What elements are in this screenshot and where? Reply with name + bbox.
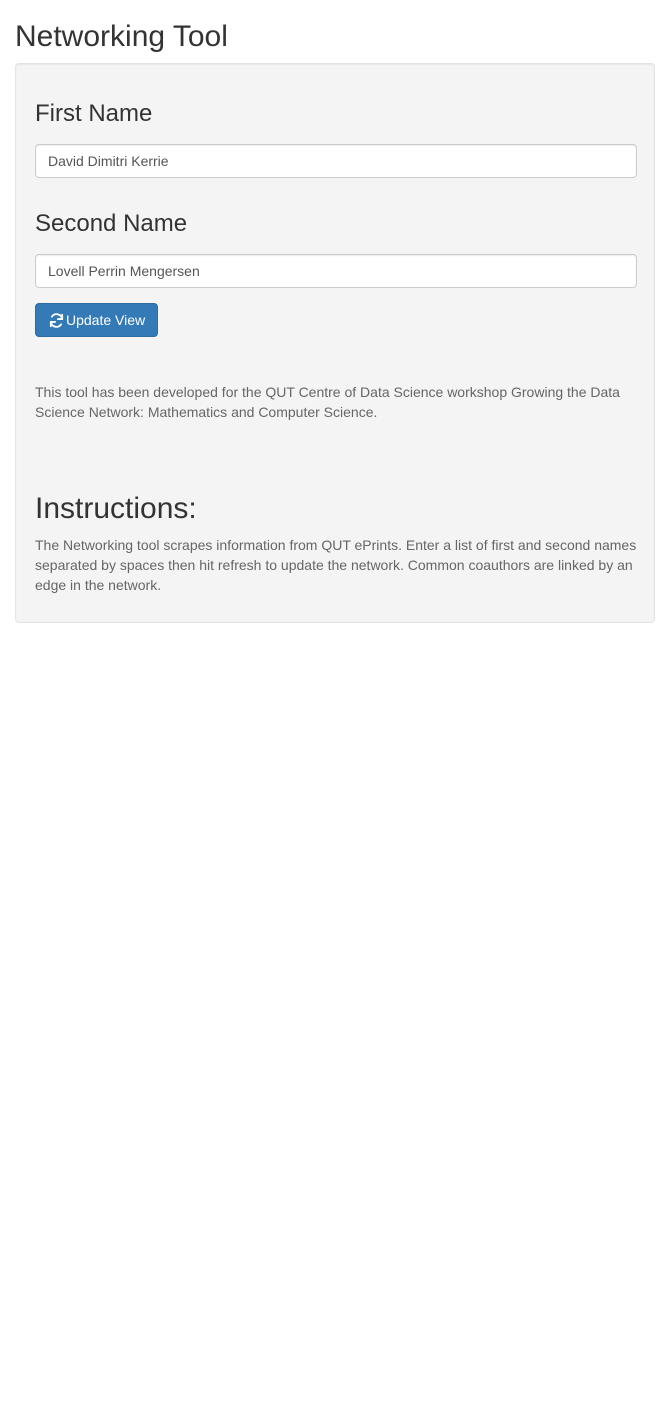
intro-text: This tool has been developed for the QUT… (35, 384, 620, 420)
instructions-text: The Networking tool scrapes information … (35, 537, 637, 593)
update-view-label: Update View (66, 312, 146, 328)
second-name-label: Second Name (35, 210, 188, 237)
refresh-icon (48, 312, 65, 329)
page-title: Networking Tool (15, 20, 228, 53)
update-view-button[interactable]: Update View (35, 303, 159, 337)
instructions-heading: Instructions: (35, 492, 197, 525)
second-name-input[interactable] (35, 254, 637, 288)
first-name-label: First Name (35, 100, 153, 127)
sidebar-panel: First Name Second Name Update View This … (15, 63, 655, 623)
first-name-input[interactable] (35, 144, 637, 178)
